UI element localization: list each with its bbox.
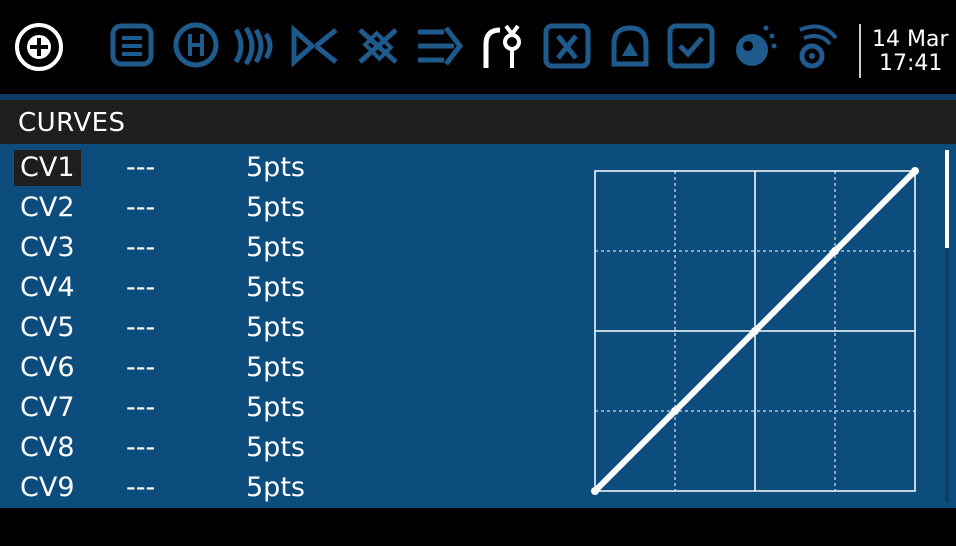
- curve-points: 5pts: [246, 152, 305, 183]
- curve-name: CV5: [20, 312, 75, 343]
- list-item-curve[interactable]: CV3 --- 5pts: [0, 228, 560, 268]
- heli-icon[interactable]: [170, 18, 222, 74]
- list-item-curve[interactable]: CV5 --- 5pts: [0, 308, 560, 348]
- status-separator: [859, 24, 861, 78]
- top-bar: 14 Mar 17:41: [0, 0, 956, 94]
- curves-icon[interactable]: [476, 18, 528, 74]
- curve-point: [831, 247, 839, 255]
- special-functions-icon[interactable]: [666, 18, 718, 74]
- curve-point: [911, 167, 919, 175]
- curve-label: ---: [126, 392, 156, 423]
- curve-name: CV4: [20, 272, 75, 303]
- curve-points: 5pts: [246, 432, 305, 463]
- curve-point: [591, 487, 599, 495]
- mixer-icon[interactable]: [352, 18, 404, 74]
- curve-name: CV3: [20, 232, 75, 263]
- telemetry-icon[interactable]: [790, 18, 842, 74]
- radio-menu-icon[interactable]: [14, 22, 64, 72]
- curve-name: CV7: [20, 392, 75, 423]
- flight-modes-icon[interactable]: [230, 18, 282, 74]
- list-item-curve[interactable]: CV4 --- 5pts: [0, 268, 560, 308]
- list-item-curve[interactable]: CV1 --- 5pts: [0, 148, 560, 188]
- outputs-icon[interactable]: [414, 18, 466, 74]
- page-title: CURVES: [18, 108, 126, 138]
- curve-name: CV8: [20, 432, 75, 463]
- list-item-curve[interactable]: CV9 --- 5pts: [0, 468, 560, 508]
- curve-label: ---: [126, 152, 156, 183]
- curve-name: CV9: [20, 472, 75, 503]
- list-item-curve[interactable]: CV7 --- 5pts: [0, 388, 560, 428]
- curve-preview: [591, 167, 919, 495]
- curve-label: ---: [126, 192, 156, 223]
- global-variables-icon[interactable]: [542, 18, 594, 74]
- date-label: 14 Mar: [872, 27, 949, 52]
- bottom-bar: [0, 508, 956, 546]
- curve-label: ---: [126, 232, 156, 263]
- curve-label: ---: [126, 272, 156, 303]
- curve-point: [671, 407, 679, 415]
- model-setup-icon[interactable]: [107, 18, 159, 74]
- curve-points: 5pts: [246, 192, 305, 223]
- curve-label: ---: [126, 312, 156, 343]
- curve-name: CV1: [14, 150, 81, 186]
- curve-points: 5pts: [246, 232, 305, 263]
- curve-label: ---: [126, 432, 156, 463]
- logical-switches-icon[interactable]: [604, 18, 656, 74]
- curve-points: 5pts: [246, 272, 305, 303]
- curve-label: ---: [126, 352, 156, 383]
- scrollbar-thumb[interactable]: [945, 150, 949, 248]
- curve-points: 5pts: [246, 352, 305, 383]
- curve-label: ---: [126, 472, 156, 503]
- time-label: 17:41: [879, 51, 943, 76]
- curve-name: CV2: [20, 192, 75, 223]
- curve-points: 5pts: [246, 312, 305, 343]
- list-item-curve[interactable]: CV8 --- 5pts: [0, 428, 560, 468]
- curve-points: 5pts: [246, 472, 305, 503]
- curve-name: CV6: [20, 352, 75, 383]
- inputs-icon[interactable]: [290, 18, 342, 74]
- curve-point: [751, 327, 759, 335]
- list-item-curve[interactable]: CV2 --- 5pts: [0, 188, 560, 228]
- page-title-bar: CURVES: [0, 100, 956, 144]
- checklist-icon[interactable]: [728, 18, 780, 74]
- curve-points: 5pts: [246, 392, 305, 423]
- list-item-curve[interactable]: CV6 --- 5pts: [0, 348, 560, 388]
